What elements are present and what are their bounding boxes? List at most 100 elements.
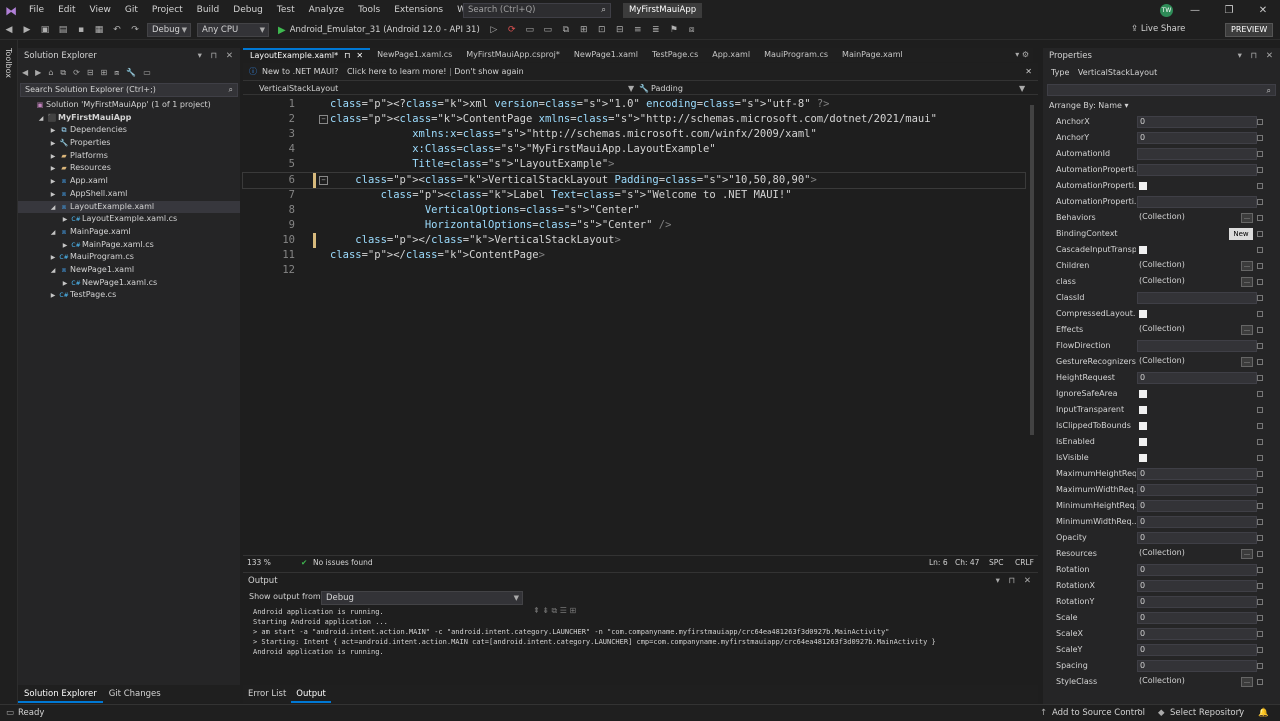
minimize-icon[interactable]: — — [1178, 0, 1212, 21]
code-line[interactable]: 5 Title=class="s">"LayoutExample"> — [243, 157, 1025, 172]
tree-item[interactable]: ◢ ⧈ NewPage1.xaml — [18, 264, 240, 277]
new-project-icon[interactable]: ▣ — [37, 22, 53, 38]
tab-git-changes[interactable]: Git Changes — [103, 685, 167, 703]
ellipsis-button[interactable]: … — [1241, 357, 1253, 367]
property-marker-icon[interactable] — [1257, 199, 1263, 205]
menu-item-git[interactable]: Git — [118, 0, 145, 21]
property-marker-icon[interactable] — [1257, 551, 1263, 557]
document-tab[interactable]: MainPage.xaml — [835, 48, 910, 62]
menu-item-project[interactable]: Project — [145, 0, 190, 21]
switch-views-icon[interactable]: ⧉ — [60, 68, 66, 78]
property-marker-icon[interactable] — [1257, 119, 1263, 125]
property-marker-icon[interactable] — [1257, 247, 1263, 253]
property-value-input[interactable]: 0 — [1137, 468, 1257, 480]
dont-show-again-link[interactable]: Don't show again — [454, 67, 523, 76]
ellipsis-button[interactable]: … — [1241, 213, 1253, 223]
code-line[interactable]: 7 class="p"><class="k">Label Text=class=… — [243, 188, 1025, 203]
panel-options-icons[interactable]: ▾ ⊓ ✕ — [996, 573, 1034, 589]
property-marker-icon[interactable] — [1257, 327, 1263, 333]
line-ending[interactable]: CRLF — [1015, 556, 1034, 569]
show-all-files-icon[interactable]: ⊞ — [101, 68, 108, 77]
add-to-source-control-button[interactable]: Add to Source Control — [1052, 705, 1145, 721]
document-tab[interactable]: NewPage1.xaml — [567, 48, 645, 62]
tab-error-list[interactable]: Error List — [243, 685, 291, 703]
platform-select[interactable]: Any CPU ▼ — [197, 23, 269, 37]
code-line[interactable]: 10 class="p"></class="k">VerticalStackLa… — [243, 232, 1025, 248]
property-marker-icon[interactable] — [1257, 231, 1263, 237]
select-repository-button[interactable]: Select Repository — [1170, 705, 1244, 721]
search-input[interactable]: Search (Ctrl+Q) ⌕ — [463, 3, 611, 18]
tree-item[interactable]: ▶ ⧈ AppShell.xaml — [18, 188, 240, 201]
toolbox-tab[interactable]: Toolbox — [4, 48, 13, 78]
sync-icon[interactable]: ⟳ — [73, 68, 80, 77]
tree-item[interactable]: ▶ C#NewPage1.xaml.cs — [18, 277, 240, 290]
property-marker-icon[interactable] — [1257, 599, 1263, 605]
property-value-input[interactable] — [1137, 340, 1257, 352]
back-icon[interactable]: ◀ — [1, 22, 17, 38]
property-value-input[interactable]: 0 — [1137, 644, 1257, 656]
property-checkbox[interactable] — [1139, 438, 1147, 446]
menu-item-extensions[interactable]: Extensions — [387, 0, 450, 21]
tree-item[interactable]: ▣ Solution 'MyFirstMauiApp' (1 of 1 proje… — [18, 99, 240, 112]
property-value-input[interactable]: 0 — [1137, 532, 1257, 544]
code-text[interactable]: HorizontalOptions=class="s">"Center" /> — [330, 218, 672, 233]
tree-item[interactable]: ▶ ▰ Resources — [18, 162, 240, 175]
toolbar-icon[interactable]: ▭ — [540, 22, 556, 38]
property-marker-icon[interactable] — [1257, 487, 1263, 493]
tab-overflow-icon[interactable]: ▾ ⚙ — [1015, 48, 1033, 62]
property-value-input[interactable]: 0 — [1137, 628, 1257, 640]
property-marker-icon[interactable] — [1257, 535, 1263, 541]
property-value-input[interactable]: 0 — [1137, 580, 1257, 592]
close-icon[interactable]: ✕ — [1025, 63, 1032, 81]
code-line[interactable]: 4 x:Class=class="s">"MyFirstMauiApp.Layo… — [243, 142, 1025, 157]
property-marker-icon[interactable] — [1257, 647, 1263, 653]
learn-more-link[interactable]: Click here to learn more! — [347, 67, 447, 76]
pin-icon[interactable]: ⊓ — [344, 50, 350, 62]
property-checkbox[interactable] — [1139, 310, 1147, 318]
ellipsis-button[interactable]: … — [1241, 549, 1253, 559]
tree-item[interactable]: ▶ C#TestPage.cs — [18, 289, 240, 302]
preview-button[interactable]: PREVIEW — [1225, 23, 1274, 37]
property-marker-icon[interactable] — [1257, 295, 1263, 301]
code-line[interactable]: 1 class="p"><?class="k">xml version=class… — [243, 97, 1025, 112]
collapse-all-icon[interactable]: ⊟ — [87, 68, 94, 77]
document-tab[interactable]: TestPage.cs — [645, 48, 705, 62]
code-text[interactable]: xmlns:x=class="s">"http://schemas.micros… — [330, 127, 817, 142]
property-value-input[interactable]: 0 — [1137, 116, 1257, 128]
configuration-select[interactable]: Debug ▼ — [147, 23, 191, 37]
property-marker-icon[interactable] — [1257, 471, 1263, 477]
property-marker-icon[interactable] — [1257, 311, 1263, 317]
property-marker-icon[interactable] — [1257, 343, 1263, 349]
document-tab[interactable]: App.xaml — [705, 48, 757, 62]
code-line[interactable]: 6 class="p"><class="k">VerticalStackLayo… — [242, 171, 1026, 189]
property-value-input[interactable]: 0 — [1137, 500, 1257, 512]
fold-icon[interactable]: − — [319, 115, 328, 125]
property-value-input[interactable] — [1137, 148, 1257, 160]
property-marker-icon[interactable] — [1257, 391, 1263, 397]
menu-item-file[interactable]: File — [22, 0, 51, 21]
filter-icon[interactable]: ⧈ — [114, 68, 119, 78]
property-value-input[interactable] — [1137, 292, 1257, 304]
code-text[interactable]: class="p"><class="k">Label Text=class="s… — [330, 188, 792, 203]
code-line[interactable]: 12 — [243, 263, 1025, 278]
property-value-input[interactable] — [1137, 164, 1257, 176]
code-text[interactable]: class="p"><class="k">VerticalStackLayout… — [330, 173, 817, 188]
property-checkbox[interactable] — [1139, 422, 1147, 430]
back-icon[interactable]: ◀ — [22, 68, 28, 77]
output-text[interactable]: Android application is running. Starting … — [243, 605, 1038, 657]
undo-icon[interactable]: ↶ — [109, 22, 125, 38]
property-marker-icon[interactable] — [1257, 567, 1263, 573]
code-text[interactable]: class="p"></class="k">ContentPage> — [330, 248, 545, 263]
menu-item-view[interactable]: View — [83, 0, 118, 21]
toolbar-icon[interactable]: ≡ — [630, 22, 646, 38]
toolbar-icon[interactable]: ⧈ — [684, 22, 700, 38]
property-marker-icon[interactable] — [1257, 183, 1263, 189]
tab-solution-explorer[interactable]: Solution Explorer — [18, 685, 103, 703]
maximize-icon[interactable]: ❐ — [1212, 0, 1246, 21]
whitespace-mode[interactable]: SPC — [989, 556, 1004, 569]
toolbar-icon[interactable]: ▭ — [522, 22, 538, 38]
property-marker-icon[interactable] — [1257, 151, 1263, 157]
property-value-input[interactable]: 0 — [1137, 612, 1257, 624]
property-marker-icon[interactable] — [1257, 375, 1263, 381]
forward-icon[interactable]: ▶ — [19, 22, 35, 38]
